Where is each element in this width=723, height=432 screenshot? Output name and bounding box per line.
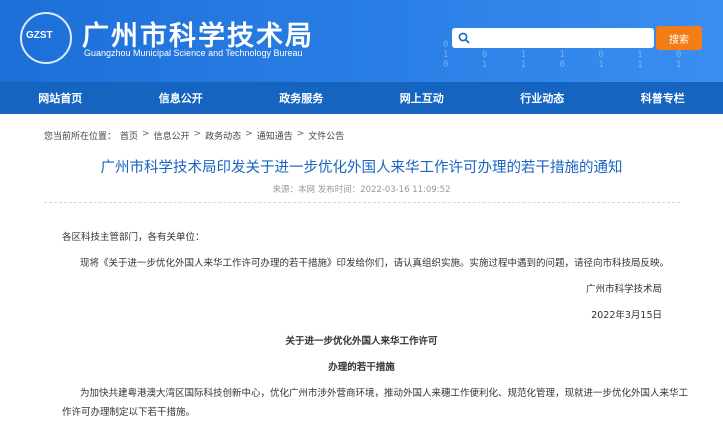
article-date: 2022年3月15日 [591, 310, 662, 321]
search-button[interactable]: 搜索 [656, 26, 702, 50]
breadcrumb-news[interactable]: 政务动态 [205, 129, 241, 142]
breadcrumb-separator: > [193, 129, 202, 139]
site-subtitle: Guangzhou Municipal Science and Technolo… [84, 48, 303, 58]
breadcrumb-separator: > [142, 129, 150, 139]
breadcrumb-notices[interactable]: 通知通告 [257, 129, 293, 142]
nav-item-services[interactable]: 政务服务 [241, 90, 362, 106]
article-salutation: 各区科技主管部门，各有关单位： [62, 232, 205, 243]
search-icon [458, 32, 470, 44]
search-input[interactable] [474, 30, 650, 46]
site-header: 0 1 0 1 1 0 01 0 1 1 0 1 00 1 1 0 1 1 1 … [0, 0, 723, 82]
main-nav: 网站首页 信息公开 政务服务 网上互动 行业动态 科普专栏 [0, 82, 723, 114]
breadcrumb-separator: > [296, 129, 305, 139]
doc-title-line-1: 关于进一步优化外国人来华工作许可 [285, 336, 438, 347]
site-logo[interactable]: GZST [20, 12, 72, 64]
article-signature: 广州市科学技术局 [585, 284, 662, 295]
divider [44, 202, 680, 203]
article-meta: 来源：本网 发布时间：2022-03-16 11:09:52 [272, 185, 451, 195]
doc-title-line-2: 办理的若干措施 [328, 362, 395, 373]
breadcrumb-home[interactable]: 首页 [120, 129, 138, 142]
breadcrumb-info[interactable]: 信息公开 [154, 129, 190, 142]
nav-item-info[interactable]: 信息公开 [121, 90, 242, 106]
nav-item-home[interactable]: 网站首页 [0, 90, 121, 106]
article-paragraph-2-line-2: 作许可办理制定以下若干措施。 [62, 407, 196, 418]
article-paragraph-1: 现将《关于进一步优化外国人来华工作许可办理的若干措施》印发给你们，请认真组织实施… [80, 258, 670, 269]
breadcrumb-separator: > [245, 129, 253, 139]
nav-item-industry[interactable]: 行业动态 [482, 90, 603, 106]
nav-item-science[interactable]: 科普专栏 [603, 90, 723, 106]
article-paragraph-2-line-1: 为加快共建粤港澳大湾区国际科技创新中心，优化广州市涉外营商环境，推动外国人来穗工… [80, 388, 689, 399]
breadcrumb: 您当前所在位置： 首页 > 信息公开 > 政务动态 > 通知通告 > 文件公告 [44, 129, 344, 142]
breadcrumb-prefix: 您当前所在位置： [44, 132, 117, 142]
search-box [452, 28, 654, 48]
breadcrumb-documents[interactable]: 文件公告 [308, 129, 344, 142]
article-title: 广州市科学技术局印发关于进一步优化外国人来华工作许可办理的若干措施的通知 [100, 160, 623, 176]
logo-abbr: GZST [26, 30, 53, 41]
nav-item-interaction[interactable]: 网上互动 [362, 90, 483, 106]
